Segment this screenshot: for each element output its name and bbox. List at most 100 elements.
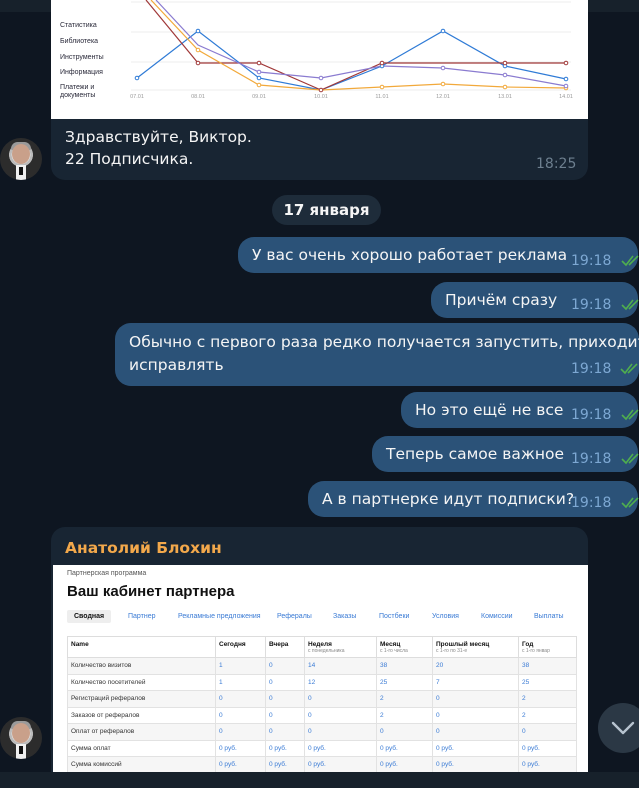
breadcrumb: Партнерская программа [67, 570, 147, 577]
message-text: А в партнерке идут подписки? [322, 490, 575, 508]
cell-value[interactable]: 0 [215, 723, 266, 741]
cell-value[interactable]: 0 руб. [304, 756, 377, 774]
cell-value[interactable]: 0 [432, 723, 519, 741]
cell-value[interactable]: 0 руб. [215, 739, 266, 757]
x-tick-label: 14.01 [559, 94, 573, 100]
outgoing-message[interactable]: Но это ещё не все 19:18 [401, 392, 639, 428]
cell-value[interactable]: 0 [265, 706, 305, 724]
incoming-message-stats[interactable]: Статистика Библиотека Инструменты Информ… [51, 0, 588, 180]
cell-value[interactable]: 0 [304, 690, 377, 708]
cell-value[interactable]: 0 [432, 706, 519, 724]
cell-value[interactable]: 14 [304, 657, 377, 675]
cell-value[interactable]: 2 [518, 690, 577, 708]
scroll-down-button[interactable] [598, 703, 639, 753]
cell-value[interactable]: 1 [215, 673, 266, 691]
cell-value[interactable]: 0 [304, 723, 377, 741]
tab-commissions[interactable]: Комиссии [481, 610, 513, 623]
cell-value[interactable]: 0 руб. [518, 756, 577, 774]
message-text: У вас очень хорошо работает реклама [252, 246, 568, 264]
cell-value[interactable]: 0 руб. [265, 756, 305, 774]
message-text: исправлять [129, 356, 224, 374]
cell-value[interactable]: 0 [304, 706, 377, 724]
tab-postbacks[interactable]: Постбеки [379, 610, 409, 623]
avatar[interactable] [0, 138, 42, 180]
table-header-row: Name Сегодня Вчера Неделя с понедельника … [67, 636, 577, 658]
cell-value[interactable]: 0 [215, 706, 266, 724]
double-check-icon [621, 299, 639, 311]
cell-value[interactable]: 0 [265, 657, 305, 675]
outgoing-message[interactable]: У вас очень хорошо работает реклама 19:1… [238, 237, 639, 273]
x-tick-label: 07.01 [130, 94, 144, 100]
cell-value[interactable]: 38 [518, 657, 577, 675]
outgoing-message[interactable]: Причём сразу 19:18 [431, 282, 639, 318]
tab-referrals[interactable]: Рефералы [277, 610, 312, 623]
table-row: Регистраций рефералов 0 0 0 2 0 2 [67, 690, 577, 708]
message-time: 19:18 [571, 361, 612, 377]
double-check-icon [621, 497, 639, 509]
message-text: Теперь самое важное [386, 445, 564, 463]
cell-value[interactable]: 0 [265, 690, 305, 708]
cell-value[interactable]: 25 [518, 673, 577, 691]
page-title: Ваш кабинет партнера [67, 583, 235, 600]
message-time: 18:25 [536, 156, 577, 172]
sender-name[interactable]: Анатолий Блохин [65, 539, 222, 557]
cell-value[interactable]: 0 руб. [304, 739, 377, 757]
cell-value[interactable]: 2 [376, 690, 433, 708]
double-check-icon [621, 453, 639, 465]
cell-value[interactable]: 0 [518, 723, 577, 741]
cell-value[interactable]: 2 [518, 706, 577, 724]
message-text: Причём сразу [445, 291, 558, 309]
cell-value[interactable]: 38 [376, 657, 433, 675]
column-header: Месяц с 1-го числа [376, 636, 433, 658]
cell-value[interactable]: 12 [304, 673, 377, 691]
partner-screenshot[interactable]: Партнерская программа Ваш кабинет партне… [53, 565, 588, 777]
table-row: Заказов от рефералов 0 0 0 2 0 2 [67, 706, 577, 724]
message-text: Обычно с первого раза редко получается з… [129, 333, 639, 351]
double-check-icon [621, 255, 639, 267]
cell-value[interactable]: 0 [265, 673, 305, 691]
row-name: Количество визитов [67, 657, 216, 675]
message-time: 19:18 [571, 495, 612, 511]
avatar[interactable] [0, 717, 42, 759]
cell-value[interactable]: 0 [376, 723, 433, 741]
tab-partner[interactable]: Партнер [128, 610, 156, 623]
tab-payouts[interactable]: Выплаты [534, 610, 564, 623]
outgoing-message[interactable]: Теперь самое важное 19:18 [372, 436, 639, 472]
chevron-down-icon [611, 721, 635, 735]
cell-value[interactable]: 0 руб. [432, 739, 519, 757]
stats-line-chart: 07.01 08.01 09.01 10.01 11.01 12.01 13.0… [130, 0, 573, 100]
message-time: 19:18 [571, 407, 612, 423]
message-time: 19:18 [571, 253, 612, 269]
cell-value[interactable]: 2 [376, 706, 433, 724]
x-tick-label: 09.01 [252, 94, 266, 100]
cell-value[interactable]: 7 [432, 673, 519, 691]
incoming-message-partner[interactable]: Партнерская программа Ваш кабинет партне… [51, 527, 588, 777]
cell-value[interactable]: 20 [432, 657, 519, 675]
cell-value[interactable]: 0 руб. [265, 739, 305, 757]
outgoing-message[interactable]: А в партнерке идут подписки? 19:18 [308, 481, 639, 517]
stats-screenshot[interactable]: Статистика Библиотека Инструменты Информ… [51, 0, 588, 119]
outgoing-message[interactable]: Обычно с первого раза редко получается з… [115, 323, 639, 386]
message-text: Здравствуйте, Виктор. [65, 128, 252, 146]
cell-value[interactable]: 0 руб. [376, 756, 433, 774]
tab-ad-offers[interactable]: Рекламные предложения [178, 610, 261, 623]
cell-value[interactable]: 0 руб. [376, 739, 433, 757]
cell-value[interactable]: 1 [215, 657, 266, 675]
double-check-icon [620, 363, 638, 375]
column-header: Сегодня [215, 636, 266, 658]
tab-orders[interactable]: Заказы [333, 610, 356, 623]
cell-value[interactable]: 0 [432, 690, 519, 708]
cell-value[interactable]: 25 [376, 673, 433, 691]
row-name: Регистраций рефералов [67, 690, 216, 708]
cell-value[interactable]: 0 [215, 690, 266, 708]
tab-summary[interactable]: Сводная [67, 610, 112, 623]
message-time: 19:18 [571, 451, 612, 467]
cell-value[interactable]: 0 руб. [432, 756, 519, 774]
tab-terms[interactable]: Условия [432, 610, 459, 623]
cell-value[interactable]: 0 [265, 723, 305, 741]
table-row: Оплат от рефералов 0 0 0 0 0 0 [67, 723, 577, 741]
cell-value[interactable]: 0 руб. [215, 756, 266, 774]
cell-value[interactable]: 0 руб. [518, 739, 577, 757]
x-tick-label: 10.01 [314, 94, 328, 100]
row-name: Сумма комиссий [67, 756, 216, 774]
